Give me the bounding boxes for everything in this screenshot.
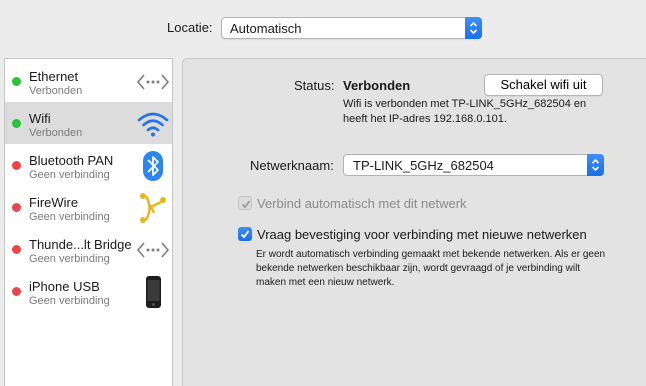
status-dot bbox=[12, 119, 21, 128]
service-status: Geen verbinding bbox=[29, 253, 110, 265]
service-name: Bluetooth PAN bbox=[29, 153, 114, 168]
status-dot bbox=[12, 245, 21, 254]
status-dot bbox=[12, 161, 21, 170]
ask-to-join-checkbox[interactable] bbox=[238, 227, 252, 241]
network-name-label: Netwerknaam: bbox=[250, 158, 334, 173]
service-item-firewire[interactable]: FireWire Geen verbinding bbox=[5, 186, 172, 228]
ask-to-join-help-text: Er wordt automatisch verbinding gemaakt … bbox=[256, 249, 606, 288]
bluetooth-icon bbox=[136, 149, 170, 183]
status-label: Status: bbox=[294, 78, 335, 93]
ethernet-icon bbox=[136, 65, 170, 99]
chevron-updown-icon bbox=[465, 17, 482, 39]
service-item-iphone-usb[interactable]: iPhone USB Geen verbinding bbox=[5, 270, 172, 312]
service-item-ethernet[interactable]: Ethernet Verbonden bbox=[5, 60, 172, 102]
service-status: Geen verbinding bbox=[29, 211, 110, 223]
status-dot bbox=[12, 287, 21, 296]
service-item-bluetooth-pan[interactable]: Bluetooth PAN Geen verbinding bbox=[5, 144, 172, 186]
thunderbolt-bridge-icon bbox=[136, 233, 170, 267]
network-name-value: TP-LINK_5GHz_682504 bbox=[353, 158, 494, 173]
auto-join-label: Verbind automatisch met dit netwerk bbox=[257, 196, 467, 211]
service-name: Ethernet bbox=[29, 69, 79, 84]
service-status: Verbonden bbox=[29, 85, 83, 97]
service-name: iPhone USB bbox=[29, 279, 100, 294]
service-status: Geen verbinding bbox=[29, 169, 110, 181]
service-item-thunderbolt-bridge[interactable]: Thunde...lt Bridge Geen verbinding bbox=[5, 228, 172, 270]
network-name-select[interactable]: TP-LINK_5GHz_682504 bbox=[343, 154, 604, 176]
status-description: Wifi is verbonden met TP-LINK_5GHz_68250… bbox=[343, 98, 587, 125]
chevron-updown-icon bbox=[587, 154, 604, 176]
status-dot bbox=[12, 77, 21, 86]
service-name: Thunde...lt Bridge bbox=[29, 237, 132, 252]
status-dot bbox=[12, 203, 21, 212]
service-list[interactable]: Ethernet Verbonden Wifi Verbonden Blueto… bbox=[4, 58, 173, 386]
iphone-icon bbox=[136, 275, 170, 309]
location-label: Locatie: bbox=[167, 20, 213, 35]
service-name: Wifi bbox=[29, 111, 51, 126]
checkmark-icon bbox=[241, 200, 251, 209]
checkmark-icon bbox=[240, 230, 250, 239]
service-item-wifi[interactable]: Wifi Verbonden bbox=[5, 102, 172, 144]
wifi-icon bbox=[136, 107, 170, 141]
location-select[interactable]: Automatisch bbox=[221, 17, 482, 39]
service-name: FireWire bbox=[29, 195, 79, 210]
firewire-icon bbox=[136, 191, 170, 225]
turn-wifi-off-button[interactable]: Schakel wifi uit bbox=[484, 74, 603, 96]
service-status: Verbonden bbox=[29, 127, 83, 139]
auto-join-checkbox[interactable] bbox=[238, 196, 252, 210]
ask-to-join-label: Vraag bevestiging voor verbinding met ni… bbox=[257, 227, 587, 242]
status-value: Verbonden bbox=[343, 78, 411, 93]
service-status: Geen verbinding bbox=[29, 295, 110, 307]
location-value: Automatisch bbox=[230, 21, 302, 36]
